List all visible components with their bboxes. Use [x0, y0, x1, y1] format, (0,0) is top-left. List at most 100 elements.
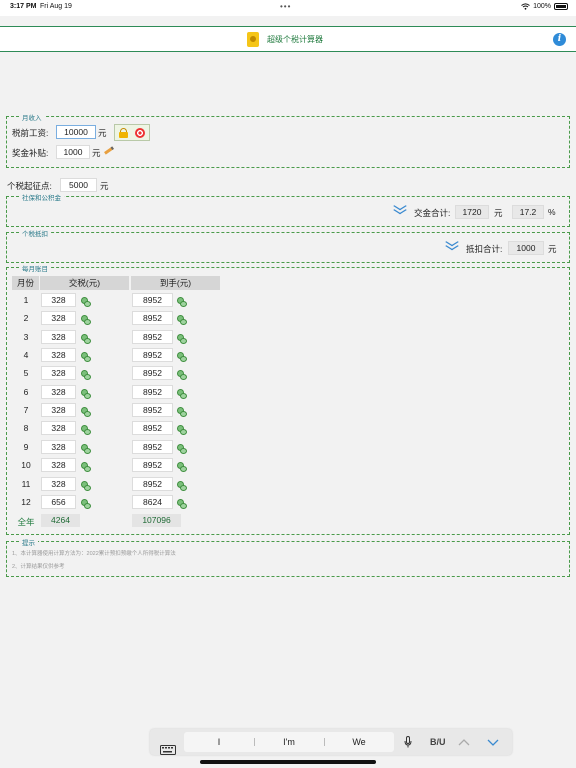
income-section: 月收入 [6, 112, 570, 168]
chevron-down-icon[interactable] [487, 739, 499, 746]
month-number: 6 [23, 387, 29, 397]
chevron-down-icon[interactable] [444, 242, 460, 252]
tax-cell: 328 [41, 311, 76, 325]
monthly-section: 每月账目 [6, 263, 570, 535]
coin-icon[interactable] [177, 370, 187, 380]
net-cell: 8952 [132, 421, 173, 435]
net-cell: 8952 [132, 366, 173, 380]
coin-icon[interactable] [177, 481, 187, 491]
bonus-input[interactable]: 1000 [56, 145, 90, 159]
status-right: 100% [521, 3, 568, 10]
suggestion-item[interactable]: I'm [254, 732, 324, 752]
net-cell: 8952 [132, 440, 173, 454]
lock-icon [118, 127, 128, 138]
microphone-icon[interactable] [404, 736, 412, 748]
tax-cell: 328 [41, 421, 76, 435]
deduction-legend: 个税抵扣 [19, 228, 51, 238]
threshold-label: 个税起征点: [7, 181, 52, 191]
tax-cell: 656 [41, 495, 76, 509]
coin-icon[interactable] [81, 370, 91, 380]
header-net: 到手(元) [131, 276, 220, 290]
chevron-up-icon[interactable] [458, 739, 470, 746]
status-date: Fri Aug 19 [40, 3, 72, 10]
year-total-label: 全年 [17, 517, 35, 527]
bonus-unit: 元 [92, 148, 101, 158]
net-cell: 8952 [132, 293, 173, 307]
insurance-total-label: 交金合计: [414, 208, 451, 218]
coin-icon[interactable] [81, 444, 91, 454]
info-button[interactable]: i [553, 33, 566, 46]
deduction-unit: 元 [548, 244, 557, 254]
page-title: 超级个税计算器 [267, 35, 323, 44]
coin-icon[interactable] [81, 499, 91, 509]
threshold-input[interactable]: 5000 [60, 178, 97, 192]
wifi-icon [521, 3, 530, 10]
multitasking-dots-icon[interactable]: ••• [280, 2, 291, 11]
coin-icon[interactable] [81, 334, 91, 344]
insurance-rate-unit: % [548, 207, 556, 217]
net-cell: 8952 [132, 348, 173, 362]
coin-icon[interactable] [81, 389, 91, 399]
net-cell: 8952 [132, 330, 173, 344]
coin-icon[interactable] [81, 297, 91, 307]
coin-icon[interactable] [81, 425, 91, 435]
coin-icon[interactable] [177, 315, 187, 325]
tips-section: 提示 [6, 537, 570, 577]
coin-icon[interactable] [81, 352, 91, 362]
bonus-label: 奖金补贴: [12, 148, 49, 158]
net-cell: 8624 [132, 495, 173, 509]
tax-cell: 328 [41, 440, 76, 454]
insurance-total-value: 1720 [455, 205, 489, 219]
lock-toggle-button[interactable] [114, 124, 150, 141]
coin-icon[interactable] [81, 462, 91, 472]
month-number: 2 [23, 313, 29, 323]
month-number: 10 [21, 460, 31, 470]
keyboard-icon[interactable] [160, 737, 176, 763]
status-time: 3:17 PM [10, 3, 37, 10]
header-month: 月份 [12, 276, 39, 290]
coin-icon[interactable] [177, 444, 187, 454]
battery-icon [554, 3, 568, 10]
coin-icon[interactable] [81, 481, 91, 491]
tax-cell: 328 [41, 477, 76, 491]
net-cell: 8952 [132, 385, 173, 399]
tax-cell: 328 [41, 458, 76, 472]
coin-icon[interactable] [177, 462, 187, 472]
deduction-total-value: 1000 [508, 241, 544, 255]
suggestion-strip: I I'm We [184, 732, 394, 752]
threshold-unit: 元 [100, 181, 109, 191]
salary-input[interactable]: 10000 [56, 125, 96, 139]
insurance-legend: 社保和公积金 [19, 192, 64, 202]
tax-cell: 328 [41, 348, 76, 362]
header-tax: 交税(元) [40, 276, 129, 290]
coin-icon[interactable] [177, 407, 187, 417]
monthly-legend: 每月账目 [19, 263, 51, 273]
coin-icon[interactable] [81, 315, 91, 325]
coin-icon[interactable] [177, 334, 187, 344]
suggestion-item[interactable]: I [184, 732, 254, 752]
chevron-down-icon[interactable] [392, 206, 408, 216]
insurance-unit: 元 [494, 208, 503, 218]
app-logo-icon [247, 32, 259, 47]
suggestion-item[interactable]: We [324, 732, 394, 752]
tip-item: 1、本计算器使用计算方法为：2022累计预扣预缴个人所得税计算法 [12, 551, 176, 557]
coin-icon[interactable] [81, 407, 91, 417]
month-number: 3 [23, 332, 29, 342]
coin-icon[interactable] [177, 425, 187, 435]
coin-icon[interactable] [177, 297, 187, 307]
coin-icon[interactable] [177, 352, 187, 362]
coin-icon[interactable] [177, 499, 187, 509]
text-format-button[interactable]: B/U [430, 729, 446, 755]
month-number: 7 [23, 405, 29, 415]
net-cell: 8952 [132, 403, 173, 417]
tax-cell: 328 [41, 366, 76, 380]
coin-icon[interactable] [177, 389, 187, 399]
tip-item: 2、计算结果仅供参考 [12, 564, 65, 570]
net-cell: 8952 [132, 458, 173, 472]
salary-label: 税前工资: [12, 128, 49, 138]
target-icon [135, 127, 146, 138]
month-number: 9 [23, 442, 29, 452]
net-cell: 8952 [132, 477, 173, 491]
month-number: 12 [21, 497, 31, 507]
net-cell: 8952 [132, 311, 173, 325]
